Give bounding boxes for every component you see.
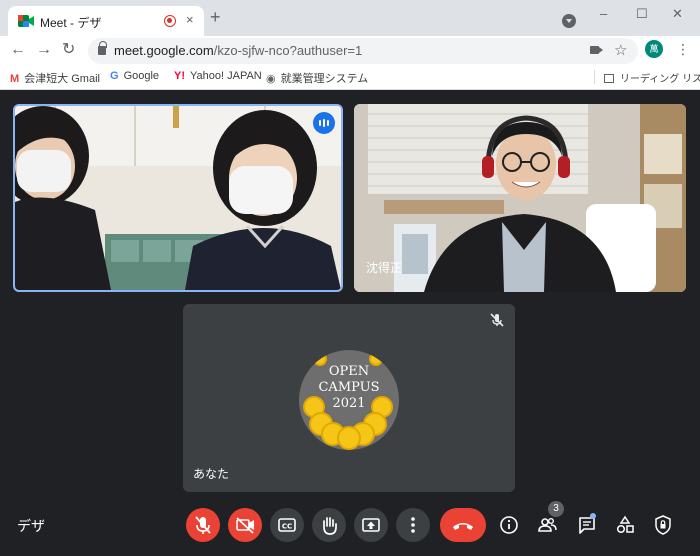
- host-controls-icon[interactable]: [652, 514, 674, 536]
- tab-search-icon[interactable]: [562, 14, 576, 28]
- tab-title: Meet - デザ: [40, 16, 102, 30]
- back-button[interactable]: ←: [10, 41, 26, 59]
- bookmark-label: 就業管理システム: [280, 73, 369, 85]
- logo-line-1: OPEN: [328, 364, 370, 379]
- camera-toggle-button[interactable]: [228, 508, 262, 542]
- open-campus-logo: OPEN CAMPUS 2021: [299, 350, 399, 450]
- bookmark-star-icon[interactable]: ☆: [614, 41, 627, 59]
- present-screen-button[interactable]: [354, 508, 388, 542]
- bookmark-separator: [594, 70, 595, 84]
- svg-text:CC: CC: [282, 523, 292, 531]
- mic-off-icon: [195, 516, 211, 534]
- participant-tile-1[interactable]: [13, 104, 343, 292]
- logo-line-2: CAMPUS: [318, 380, 380, 395]
- camera-in-use-icon[interactable]: [590, 46, 603, 54]
- bookmark-label: Google: [123, 70, 160, 82]
- more-vert-icon: [411, 517, 415, 533]
- bookmark-google[interactable]: G Google: [110, 70, 159, 82]
- bookmarks-bar: M 会津短大 Gmail G Google Y! Yahoo! JAPAN ◉ 就業管理…: [0, 66, 700, 90]
- yahoo-icon: Y!: [174, 70, 185, 82]
- mic-toggle-button[interactable]: [186, 508, 220, 542]
- maximize-button[interactable]: ☐: [636, 6, 648, 22]
- tab-close-button[interactable]: ×: [186, 12, 194, 27]
- address-bar[interactable]: meet.google.com/kzo-sjfw-nco?authuser=1 …: [88, 38, 638, 64]
- bookmark-attendance[interactable]: ◉ 就業管理システム: [266, 70, 368, 86]
- mic-off-indicator-icon: [490, 313, 504, 327]
- participant-tile-2[interactable]: 沈得正: [354, 104, 686, 292]
- url-host: meet.google.com: [114, 43, 214, 58]
- browser-window: Meet - デザ × + – ☐ ✕ ← → ↻ meet.google.co…: [0, 0, 700, 556]
- activities-icon[interactable]: [614, 514, 636, 536]
- gmail-icon: M: [10, 73, 20, 85]
- window-close-button[interactable]: ✕: [672, 6, 683, 22]
- self-name: あなた: [193, 467, 230, 481]
- captions-button[interactable]: CC: [270, 508, 304, 542]
- reload-button[interactable]: ↻: [62, 41, 75, 59]
- profile-avatar[interactable]: 萬: [645, 40, 663, 58]
- url-path: /kzo-sjfw-nco?authuser=1: [213, 43, 363, 58]
- tab-strip: Meet - デザ × + – ☐ ✕: [0, 0, 700, 36]
- browser-toolbar: ← → ↻ meet.google.com/kzo-sjfw-nco?authu…: [0, 36, 700, 66]
- people-count-badge: 3: [548, 501, 564, 517]
- chat-notification-dot: [590, 513, 596, 519]
- google-icon: G: [110, 70, 119, 82]
- meet-favicon-icon: [18, 15, 34, 27]
- new-tab-button[interactable]: +: [210, 8, 221, 26]
- tab-meet[interactable]: Meet - デザ ×: [8, 6, 204, 36]
- recording-icon: [164, 15, 176, 27]
- globe-icon: ◉: [266, 73, 276, 85]
- hand-icon: [323, 517, 337, 535]
- bookmark-gmail[interactable]: M 会津短大 Gmail: [10, 70, 100, 86]
- reading-list-button[interactable]: リーディング リスト: [604, 70, 700, 85]
- browser-menu-icon[interactable]: ⋮: [676, 42, 690, 56]
- reading-list-label: リーディング リスト: [620, 74, 700, 85]
- speaking-indicator-icon: [313, 112, 335, 134]
- self-tile[interactable]: OPEN CAMPUS 2021 あなた: [183, 304, 515, 492]
- raise-hand-button[interactable]: [312, 508, 346, 542]
- camera-off-icon: [236, 517, 254, 534]
- phone-hangup-icon: [453, 523, 473, 530]
- captions-icon: CC: [278, 518, 296, 532]
- bookmark-yahoo[interactable]: Y! Yahoo! JAPAN: [174, 70, 262, 82]
- reading-list-icon: [604, 74, 614, 83]
- leave-call-button[interactable]: [440, 508, 486, 542]
- url-text[interactable]: meet.google.com/kzo-sjfw-nco?authuser=1: [114, 43, 362, 58]
- forward-button[interactable]: →: [36, 41, 52, 59]
- bookmark-label: Yahoo! JAPAN: [190, 70, 262, 82]
- participant-name: 沈得正: [366, 261, 403, 275]
- bookmark-label: 会津短大 Gmail: [24, 73, 100, 85]
- participant-2-video: [354, 104, 686, 292]
- people-icon[interactable]: [536, 514, 558, 536]
- meeting-details-icon[interactable]: [498, 514, 520, 536]
- logo-line-3: 2021: [332, 396, 366, 411]
- more-options-button[interactable]: [396, 508, 430, 542]
- present-icon: [362, 518, 380, 532]
- meet-stage: 沈得正 OPEN CAMPUS 2021 あなた デザ CC 3: [0, 90, 700, 556]
- lock-icon[interactable]: [98, 41, 107, 55]
- minimize-button[interactable]: –: [600, 6, 607, 21]
- participant-1-video: [15, 106, 341, 290]
- meeting-name: デザ: [17, 518, 45, 534]
